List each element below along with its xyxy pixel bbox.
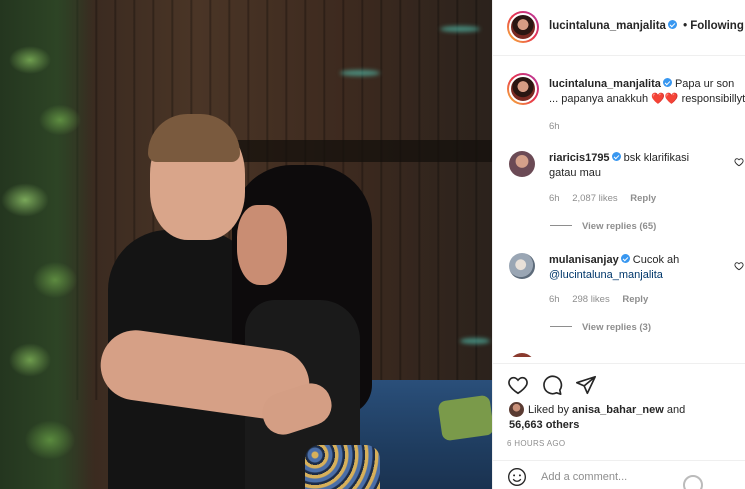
- following-button[interactable]: Following: [690, 20, 744, 32]
- background-beam: [220, 140, 492, 162]
- comments-list[interactable]: lucintaluna_manjalita Papa ur son ... pa…: [493, 57, 745, 357]
- caption-avatar[interactable]: [507, 73, 539, 105]
- liked-by-conjunction: and: [666, 404, 686, 416]
- liker-avatar[interactable]: [509, 402, 524, 417]
- verified-badge-icon: [620, 254, 630, 263]
- verified-badge-icon: [611, 152, 621, 161]
- comment-meta: 6h 2,087 likes Reply: [549, 193, 666, 204]
- comment-likes-count[interactable]: 2,087 likes: [572, 193, 617, 204]
- plant-wall: [0, 0, 95, 489]
- view-replies-line: [550, 326, 572, 327]
- emoji-icon[interactable]: [507, 467, 527, 487]
- like-heart-icon[interactable]: [507, 374, 529, 396]
- view-replies-label: View replies (3): [582, 322, 651, 333]
- comment-text: riaricis1795 bsk klarifikasi gatau mau: [549, 151, 729, 181]
- comment-likes-count[interactable]: 298 likes: [572, 294, 610, 305]
- add-comment-input[interactable]: Add a comment...: [541, 471, 627, 483]
- view-replies-button[interactable]: View replies (65): [550, 221, 656, 232]
- comment-bubble-icon[interactable]: [541, 374, 563, 396]
- likes-others-count[interactable]: 56,663 others: [509, 419, 579, 431]
- woman-face: [237, 205, 287, 285]
- comment-text: mulanisanjay Cucok ah @lucintaluna_manja…: [549, 253, 729, 283]
- comment-like-heart-icon[interactable]: [734, 157, 744, 167]
- comment-time[interactable]: 6h: [549, 193, 560, 204]
- caption-text: lucintaluna_manjalita Papa ur son ... pa…: [549, 77, 745, 107]
- post-actions: Liked by anisa_bahar_new and 56,663 othe…: [493, 363, 745, 489]
- comment-time[interactable]: 6h: [549, 294, 560, 305]
- separator-dot: •: [683, 20, 688, 32]
- verified-badge-icon: [662, 78, 672, 87]
- patterned-skirt: [305, 445, 380, 489]
- verified-badge-icon: [667, 20, 677, 29]
- light-glow: [340, 70, 380, 76]
- comment-username[interactable]: riaricis1795: [549, 152, 610, 164]
- caption-line-2: ... papanya anakkuh ❤️❤️ responsibillyty: [549, 93, 745, 105]
- comment-body: Cucok ah: [632, 254, 680, 266]
- post-header: lucintaluna_manjalita • Following: [493, 0, 745, 56]
- liked-by: Liked by anisa_bahar_new and 56,663 othe…: [509, 402, 709, 433]
- post-side-panel: lucintaluna_manjalita • Following lucinta…: [492, 0, 745, 489]
- post-header-line: lucintaluna_manjalita • Following: [549, 20, 744, 32]
- comment-mention-link[interactable]: @lucintaluna_manjalita: [549, 269, 663, 281]
- reply-button[interactable]: Reply: [622, 294, 648, 305]
- comment-body-line-2: gatau mau: [549, 167, 601, 179]
- comment-meta: 6h 298 likes Reply: [549, 294, 658, 305]
- author-avatar[interactable]: [507, 11, 539, 43]
- liked-by-user[interactable]: anisa_bahar_new: [572, 404, 664, 416]
- caption-time[interactable]: 6h: [549, 121, 560, 132]
- comment-body: bsk klarifikasi: [623, 152, 690, 164]
- instagram-post-view: lucintaluna_manjalita • Following lucinta…: [0, 0, 745, 489]
- liked-by-prefix: Liked by: [528, 404, 569, 416]
- caption-line-1: Papa ur son: [674, 78, 735, 90]
- author-username[interactable]: lucintaluna_manjalita: [549, 20, 666, 32]
- light-glow: [460, 338, 490, 344]
- share-paper-plane-icon[interactable]: [575, 374, 597, 396]
- caption-username[interactable]: lucintaluna_manjalita: [549, 78, 661, 90]
- view-replies-button[interactable]: View replies (3): [550, 322, 651, 333]
- comment-username[interactable]: mulanisanjay: [549, 254, 619, 266]
- reply-button[interactable]: Reply: [630, 193, 656, 204]
- post-photo[interactable]: [0, 0, 492, 489]
- view-replies-line: [550, 225, 572, 226]
- loading-spinner-icon: [683, 475, 703, 489]
- caption-meta: 6h: [549, 121, 570, 132]
- light-glow: [440, 26, 480, 32]
- commenter-avatar[interactable]: [509, 353, 535, 357]
- pillow: [437, 394, 492, 442]
- view-replies-label: View replies (65): [582, 221, 657, 232]
- commenter-avatar[interactable]: [509, 253, 535, 279]
- posted-time[interactable]: 6 HOURS AGO: [507, 439, 565, 448]
- commenter-avatar[interactable]: [509, 151, 535, 177]
- comment-like-heart-icon[interactable]: [734, 261, 744, 271]
- add-comment-bar: Add a comment...: [493, 460, 745, 489]
